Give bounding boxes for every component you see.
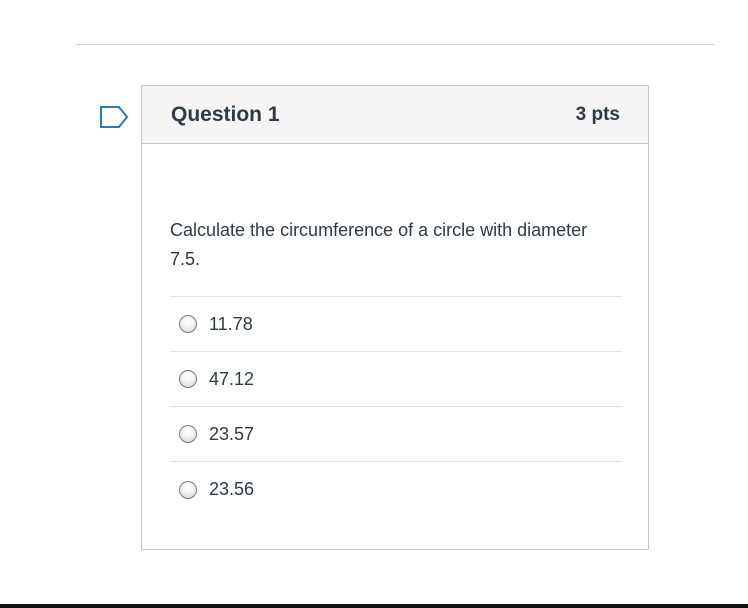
question-text: Calculate the circumference of a circle … [170, 220, 588, 269]
answer-option[interactable]: 11.78 [170, 297, 622, 352]
radio-button[interactable] [179, 480, 197, 499]
answer-label: 47.12 [209, 368, 255, 389]
flag-question-icon[interactable] [99, 105, 129, 129]
answer-list: 11.78 47.12 23.57 23.56 [170, 296, 622, 517]
radio-button[interactable] [179, 425, 197, 443]
question-points: 3 pts [575, 103, 620, 125]
answer-option[interactable]: 23.56 [170, 462, 622, 517]
question-header: Question 1 3 pts [142, 86, 648, 144]
answer-label: 23.56 [209, 479, 255, 499]
radio-button[interactable] [179, 315, 197, 333]
radio-button[interactable] [179, 370, 197, 388]
quiz-page: Question 1 3 pts Calculate the circumfer… [0, 0, 748, 608]
answer-label: 11.78 [209, 313, 253, 334]
answer-label: 23.57 [209, 423, 255, 444]
question-card: Question 1 3 pts Calculate the circumfer… [141, 85, 649, 550]
question-title: Question 1 [171, 102, 280, 126]
question-body: Calculate the circumference of a circle … [142, 144, 648, 517]
bottom-edge [0, 604, 748, 608]
top-divider [76, 44, 714, 45]
answer-option[interactable]: 47.12 [170, 352, 622, 407]
answer-option[interactable]: 23.57 [170, 407, 622, 462]
